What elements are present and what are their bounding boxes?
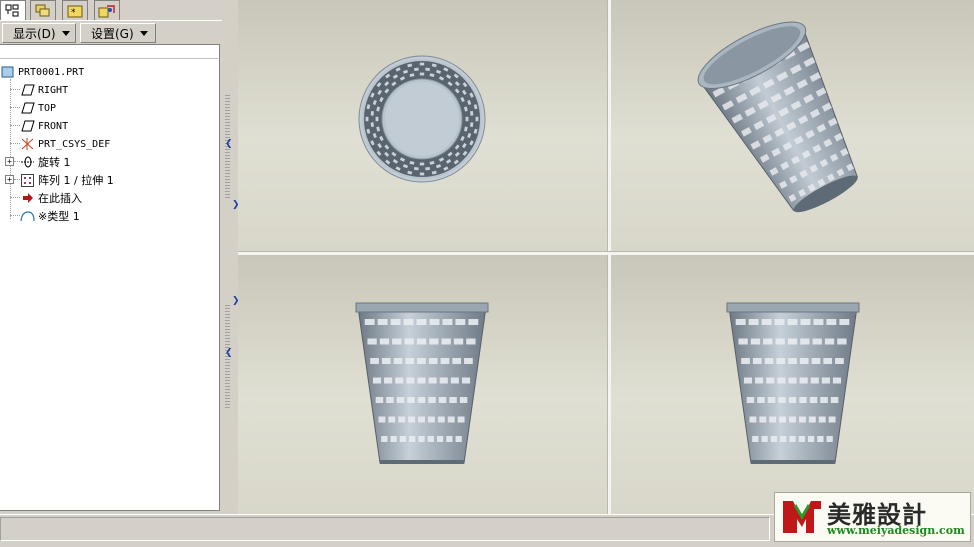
tree-item-style[interactable]: ※类型 1 [20,208,80,224]
coordinate-system-icon [20,137,35,151]
revolve-icon [20,155,35,169]
watermark-url: www.meiyadesign.com [827,524,965,537]
tree-connector [10,79,11,219]
tree-item-label: ※类型 1 [38,210,80,223]
collapse-left-icon[interactable]: ❮ [225,139,233,149]
basket-side-view-render [726,302,860,464]
tree-connector [10,107,20,108]
watermark-logo: 美雅設計 www.meiyadesign.com [774,492,971,542]
display-menu-label: 显示(D) [13,26,56,41]
tab-favorites[interactable]: * [62,0,88,20]
navigator-tab-strip: * [0,0,222,21]
tab-model-tree[interactable] [0,0,26,21]
viewport-isometric-view[interactable] [611,0,974,251]
tree-item-label: FRONT [38,120,69,132]
datum-plane-icon [20,119,35,133]
tree-root-label: PRT0001.PRT [18,66,85,78]
viewport-top-view[interactable] [238,0,607,251]
tree-connector [10,197,20,198]
tree-item-label: 阵列 1 / 拉伸 1 [38,174,114,187]
viewport-vertical-divider [607,0,611,514]
viewport-front-view[interactable] [238,255,607,514]
part-icon [0,65,15,79]
tree-connector [10,143,20,144]
basket-front-view-render [355,302,489,464]
basket-top-view-render [358,55,486,183]
tree-item-label: RIGHT [38,84,69,96]
connections-icon [98,4,115,17]
expand-toggle-pattern[interactable]: + [5,175,14,184]
chevron-down-icon [139,30,148,36]
viewport-horizontal-divider [238,251,974,255]
tree-item-label: 旋转 1 [38,156,71,169]
svg-text:*: * [71,8,76,18]
tab-folder-browser[interactable] [30,0,56,20]
tree-item-pattern[interactable]: 阵列 1 / 拉伸 1 [20,172,114,188]
tree-root-part[interactable]: PRT0001.PRT [0,64,84,80]
tree-item-csys[interactable]: PRT_CSYS_DEF [20,136,110,152]
tree-item-label: TOP [38,102,57,114]
layers-icon [35,4,50,16]
meiya-logo-icon [783,501,821,533]
tree-connector [10,215,20,216]
tree-item-label: 在此插入 [38,192,82,205]
app-window: * 显示(D) 设置(G) PRT0001.PRT RIGHT TOP FRON… [0,0,974,547]
display-menu-button[interactable]: 显示(D) [2,23,76,43]
tree-item-insert-here[interactable]: 在此插入 [20,190,82,206]
message-area [0,517,770,541]
model-tree: PRT0001.PRT RIGHT TOP FRONT PRT_CSYS_DEF… [0,44,220,511]
datum-plane-icon [20,83,35,97]
model-tree-icon [5,4,19,17]
tree-item-front[interactable]: FRONT [20,118,68,134]
viewport-side-view[interactable] [611,255,974,514]
chevron-down-icon [61,30,70,36]
style-feature-icon [20,209,35,223]
basket-isometric-render [697,21,859,213]
tree-item-label: PRT_CSYS_DEF [38,138,111,150]
tree-item-top[interactable]: TOP [20,100,56,116]
insert-here-arrow-icon [20,191,35,205]
expand-toggle-revolve[interactable]: + [5,157,14,166]
panel-splitter[interactable]: ❮ ❯ ❯ ❮ [222,0,240,514]
tree-item-right[interactable]: RIGHT [20,82,68,98]
tree-item-revolve[interactable]: 旋转 1 [20,154,71,170]
settings-menu-label: 设置(G) [91,26,134,41]
collapse-left-icon[interactable]: ❮ [225,348,233,358]
tree-connector [10,89,20,90]
tree-header-separator [0,58,218,59]
tree-connector [10,125,20,126]
pattern-icon [20,173,35,187]
settings-menu-button[interactable]: 设置(G) [80,23,156,43]
datum-plane-icon [20,101,35,115]
favorites-folder-icon: * [67,5,83,18]
tree-toolbar: 显示(D) 设置(G) [0,20,222,44]
tab-connections[interactable] [94,0,120,20]
